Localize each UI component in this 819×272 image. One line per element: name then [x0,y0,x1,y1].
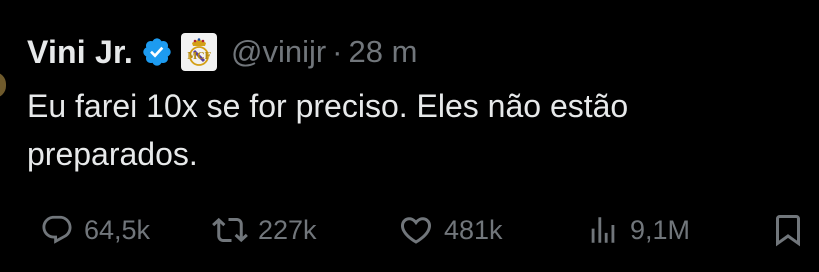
like-count: 481k [444,214,503,245]
separator-dot: · [332,34,343,69]
tweet-header: Vini Jr. MCF @vinijr · 28 m [27,26,417,78]
heart-icon [400,217,432,244]
action-bar: 64,5k 227k 481k 9,1M [40,207,810,253]
verified-badge-icon[interactable] [141,36,173,68]
repost-button[interactable]: 227k [212,207,317,253]
reply-icon [42,215,72,244]
reply-count: 64,5k [84,214,151,245]
tweet-text: Eu farei 10x se for preciso. Eles não es… [27,88,629,172]
timestamp[interactable]: 28 m [349,34,418,70]
bookmark-button[interactable] [770,207,806,253]
author-name[interactable]: Vini Jr. [27,34,133,71]
views-chart-icon [591,217,615,243]
views-count: 9,1M [630,214,691,245]
like-button[interactable]: 481k [398,207,503,253]
author-handle[interactable]: @vinijr [231,34,326,70]
bookmark-icon [776,215,800,247]
repost-icon [212,217,248,243]
avatar[interactable] [0,72,6,98]
svg-text:MCF: MCF [187,52,211,62]
reply-button[interactable]: 64,5k [40,207,150,253]
real-madrid-crest-icon[interactable]: MCF [180,33,217,71]
views-button[interactable]: 9,1M [586,207,690,253]
repost-count: 227k [258,214,317,245]
